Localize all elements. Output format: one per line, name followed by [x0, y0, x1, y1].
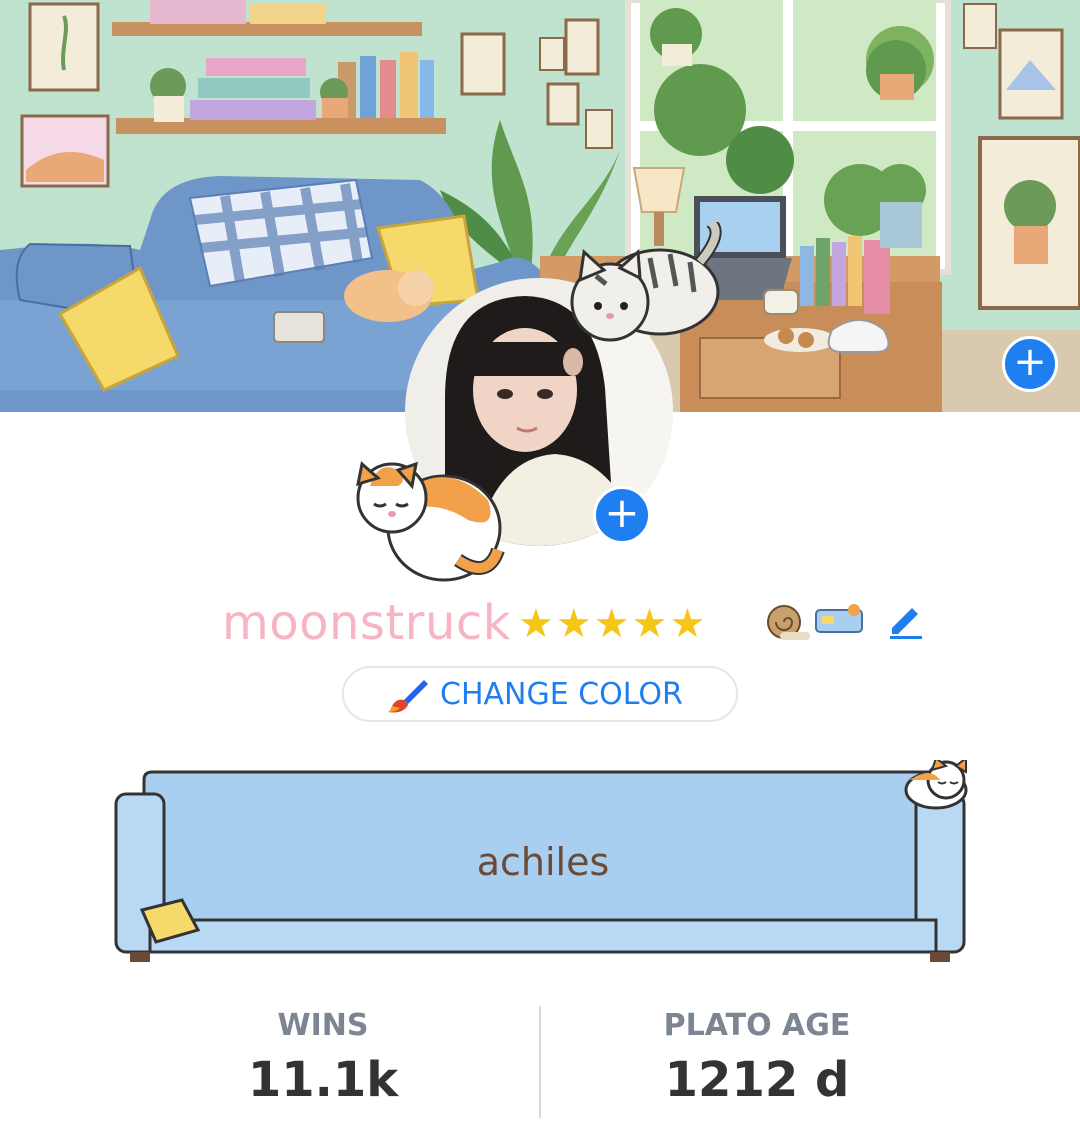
tabby-cat-sticker — [570, 222, 722, 342]
add-banner-button[interactable]: + — [1002, 336, 1058, 392]
snail-icon — [767, 605, 810, 640]
stat-value: 1212 d — [664, 1052, 850, 1108]
change-color-button[interactable]: CHANGE COLOR — [342, 666, 738, 722]
pencil-icon[interactable] — [884, 598, 926, 640]
rating-stars: ★★★★★ — [518, 601, 708, 647]
add-avatar-button[interactable]: + — [593, 486, 651, 544]
plus-icon: + — [604, 488, 640, 537]
stat-wins: WINS 11.1k — [108, 1006, 538, 1110]
stat-label: PLATO AGE — [663, 1008, 851, 1043]
stat-plato-age: PLATO AGE 1212 d — [542, 1006, 972, 1110]
username-row: moonstruck ★★★★★ — [0, 592, 1080, 656]
change-color-label: CHANGE COLOR — [440, 677, 683, 712]
stats-divider — [539, 1006, 541, 1118]
orange-cat-sticker — [356, 461, 505, 582]
nickname: achiles — [476, 840, 610, 884]
sofa-icon — [815, 604, 863, 633]
stat-value: 11.1k — [247, 1052, 399, 1108]
paintbrush-icon — [388, 680, 428, 713]
plus-icon: + — [1013, 339, 1047, 385]
username: moonstruck — [222, 595, 512, 651]
stat-label: WINS — [277, 1008, 369, 1043]
